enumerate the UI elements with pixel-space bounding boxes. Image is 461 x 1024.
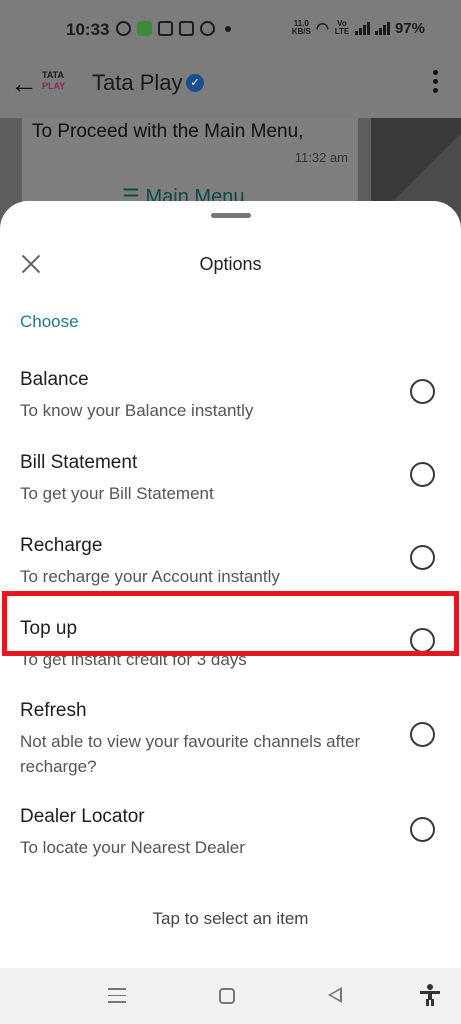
app-notification-icon [137,21,152,36]
option-title: Recharge [20,535,103,556]
chat-header: ← TATA PLAY Tata Play ✓ [0,62,461,118]
option-title: Refresh [20,700,87,721]
option-title: Dealer Locator [20,806,145,827]
message-text: To Proceed with the Main Menu, [32,121,304,142]
highlight-box [2,591,459,656]
message-time: 11:32 am [294,150,348,165]
option-balance[interactable]: Balance To know your Balance instantly [0,369,461,439]
tata-play-logo: TATA PLAY [42,70,66,91]
section-label: Choose [20,312,79,331]
system-icons: 11.0 KB/S ◠ Vo LTE 97% [291,19,425,38]
option-description: Not able to view your favourite channels… [20,732,361,776]
radio-button[interactable] [410,722,435,747]
chat-title[interactable]: Tata Play [92,70,183,96]
wifi-icon: ◠ [315,20,329,37]
network-speed: 11.0 KB/S [291,19,311,36]
option-description: To get your Bill Statement [20,484,214,503]
option-dealer-locator[interactable]: Dealer Locator To locate your Nearest De… [0,806,461,876]
sheet-title: Options [199,254,262,274]
radio-button[interactable] [410,462,435,487]
battery-level: 97% [394,19,425,37]
signal-icon-2 [374,21,390,35]
status-time: 10:33 [66,20,110,39]
signal-icon [354,21,370,35]
radio-button[interactable] [410,379,435,404]
option-refresh[interactable]: Refresh Not able to view your favourite … [0,700,461,790]
option-title: Bill Statement [20,452,138,473]
link-icon [116,21,131,36]
status-bar: 10:33 11.0 KB/S ◠ Vo LTE 97% [0,0,461,62]
options-sheet: Options Choose Balance To know your Bala… [0,201,461,968]
recent-apps-icon[interactable] [108,988,126,1008]
screenshot-icon [179,21,194,36]
back-arrow-icon[interactable]: ← [10,68,38,100]
option-description: To recharge your Account instantly [20,567,280,586]
back-nav-icon[interactable] [328,987,342,1003]
skype-icon [200,21,215,36]
system-nav-bar [0,968,461,1024]
verified-badge-icon: ✓ [186,74,204,92]
more-notifications-icon [225,25,231,32]
volte-indicator: Vo LTE [334,19,350,36]
footer-hint: Tap to select an item [152,909,309,928]
option-bill-statement[interactable]: Bill Statement To get your Bill Statemen… [0,452,461,522]
option-title: Balance [20,369,89,390]
radio-button[interactable] [410,817,435,842]
radio-button[interactable] [410,545,435,570]
more-options-icon[interactable] [433,70,439,97]
option-description: To know your Balance instantly [20,401,254,420]
notification-icons [116,21,231,36]
mail-icon [158,21,173,36]
home-icon[interactable] [219,988,235,1004]
accessibility-icon[interactable] [420,984,440,1006]
option-description: To locate your Nearest Dealer [20,838,245,857]
drag-handle[interactable] [211,213,251,218]
